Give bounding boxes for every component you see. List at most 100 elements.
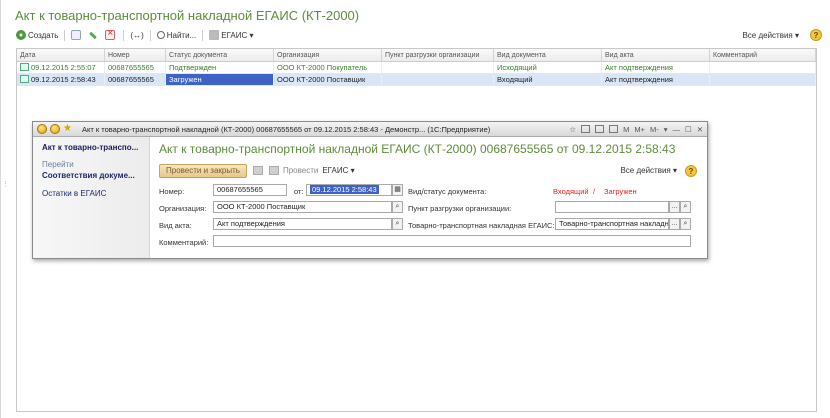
edit-button[interactable] [86, 28, 102, 42]
nav-item-egais-balances[interactable]: Остатки в ЕГАИС [42, 189, 149, 198]
table-cell: Акт подтверждения [602, 74, 710, 85]
arrows-button[interactable]: (↔) [127, 28, 146, 42]
nav-item-current[interactable]: Акт к товарно-транспо... [42, 143, 149, 152]
window-caption: Акт к товарно-транспортной накладной (КТ… [82, 124, 491, 134]
post-and-close-button[interactable]: Провести и закрыть [159, 163, 247, 178]
cell-date: 09.12.2015 2:58:43 [31, 75, 96, 84]
search-icon[interactable]: ⌕ [680, 218, 691, 230]
nav-item-correspondences[interactable]: Соответствия докуме... [42, 171, 149, 180]
pencil-icon [89, 31, 98, 39]
column-header[interactable]: Комментарий [710, 49, 816, 61]
egais-label: ЕГАИС [322, 166, 349, 175]
calendar-icon[interactable] [609, 125, 619, 133]
divider [149, 29, 151, 41]
table-cell: 09.12.2015 2:55:07 [17, 62, 105, 73]
column-header[interactable]: Дата [17, 49, 105, 61]
number-label: Номер: [159, 187, 185, 196]
close-icon[interactable]: ✕ [697, 125, 703, 134]
search-icon[interactable]: ⌕ [392, 218, 403, 230]
memory-plus-button[interactable]: M+ [634, 125, 645, 134]
link-icon[interactable] [581, 125, 591, 133]
unload-point-field[interactable] [555, 201, 669, 213]
divider [123, 29, 125, 41]
column-header[interactable]: Статус документа [166, 49, 274, 61]
egais-menu-button[interactable]: ЕГАИС ▾ [206, 28, 256, 42]
date-field[interactable]: 09.12.2015 2:58:43 [306, 184, 392, 196]
all-actions-button[interactable]: Все действия ▾ [620, 166, 677, 175]
back-icon[interactable] [50, 124, 60, 134]
all-actions-label: Все действия [742, 30, 793, 40]
document-icon [20, 75, 29, 83]
maximize-icon[interactable]: ☐ [685, 125, 692, 134]
column-header[interactable]: Пункт разгрузки организации [382, 49, 494, 61]
table-cell: ООО КТ-2000 Поставщик [274, 74, 382, 85]
document-status: Загружен [604, 187, 637, 196]
table-cell: 00687655565 [105, 74, 166, 85]
create-button[interactable]: Создать [13, 28, 61, 42]
column-header[interactable]: Номер [105, 49, 166, 61]
ttn-field[interactable]: Товарно-транспортная накладн [555, 218, 669, 230]
status-separator: / [593, 187, 596, 196]
minimize-icon[interactable]: — [672, 125, 680, 134]
number-field[interactable]: 00687655565 [213, 184, 287, 196]
memory-button[interactable]: M [623, 125, 629, 134]
act-kind-field[interactable]: Акт подтверждения [213, 218, 392, 230]
calculator-icon[interactable] [595, 125, 605, 133]
splitter-handle[interactable]: ⋮ [2, 180, 9, 188]
table-cell: Входящий [494, 74, 602, 85]
table-cell [710, 62, 816, 73]
organization-field[interactable]: ООО КТ-2000 Поставщик [213, 201, 392, 213]
form-toolbar: Провести и закрыть Провести ЕГАИС ▾ Все … [159, 163, 697, 178]
delete-button[interactable] [102, 28, 120, 42]
save-icon[interactable] [252, 166, 263, 175]
chevron-down-icon[interactable]: ▾ [664, 125, 668, 134]
create-label: Создать [28, 30, 59, 40]
page-title: Акт к товарно-транспортной накладной ЕГА… [15, 8, 360, 23]
ellipsis-icon[interactable]: … [669, 201, 680, 213]
document-kind: Входящий [553, 187, 589, 196]
nav-section-label: Перейти [42, 160, 74, 169]
search-icon[interactable]: ⌕ [680, 201, 691, 213]
help-button[interactable]: ? [685, 164, 697, 177]
delete-icon [105, 28, 116, 40]
window-titlebar[interactable]: ★ Акт к товарно-транспортной накладной (… [33, 122, 707, 137]
favorites-icon[interactable]: ☆ [569, 125, 576, 134]
organization-label: Организация: [159, 204, 207, 213]
unload-point-label: Пункт разгрузки организации: [408, 204, 512, 213]
egais-menu-button[interactable]: ЕГАИС ▾ [322, 166, 354, 175]
table-cell: ООО КТ-2000 Покупатель [274, 62, 382, 73]
help-button[interactable]: ? [810, 29, 822, 41]
table-header: Дата Номер Статус документа Организация … [17, 49, 816, 62]
window-menu-icon[interactable] [37, 124, 47, 134]
ellipsis-icon[interactable]: … [669, 218, 680, 230]
memory-minus-button[interactable]: M- [650, 125, 659, 134]
column-header[interactable]: Вид документа [494, 49, 602, 61]
egais-label: ЕГАИС [221, 30, 248, 40]
star-icon[interactable]: ★ [63, 124, 73, 134]
table-cell: Акт подтверждения [602, 62, 710, 73]
comment-field[interactable] [213, 235, 691, 247]
find-button[interactable]: Найти... [154, 28, 200, 42]
create-icon [16, 30, 26, 40]
table-cell: 09.12.2015 2:58:43 [17, 74, 105, 85]
column-header[interactable]: Организация [274, 49, 382, 61]
table-cell [710, 74, 816, 85]
table-row[interactable]: 09.12.2015 2:55:07 00687655565 Подтвержд… [17, 62, 816, 74]
table-cell: Исходящий [494, 62, 602, 73]
calendar-icon[interactable]: ▦ [392, 184, 403, 196]
table-row[interactable]: 09.12.2015 2:58:43 00687655565 Загружен … [17, 74, 816, 86]
all-actions-button[interactable]: Все действия ▾ [739, 28, 802, 42]
post-button[interactable]: Провести [283, 166, 318, 175]
search-icon[interactable]: ⌕ [392, 201, 403, 213]
document-window: ★ Акт к товарно-транспортной накладной (… [32, 121, 708, 259]
cell-date: 09.12.2015 2:55:07 [31, 63, 96, 72]
copy-button[interactable] [68, 28, 86, 42]
table-cell [382, 74, 494, 85]
act-kind-label: Вид акта: [159, 221, 192, 230]
date-value: 09.12.2015 2:58:43 [310, 185, 379, 194]
post-icon[interactable] [268, 166, 279, 175]
document-icon [20, 63, 29, 71]
search-icon [156, 31, 165, 39]
column-header[interactable]: Вид акта [602, 49, 710, 61]
divider [202, 29, 204, 41]
